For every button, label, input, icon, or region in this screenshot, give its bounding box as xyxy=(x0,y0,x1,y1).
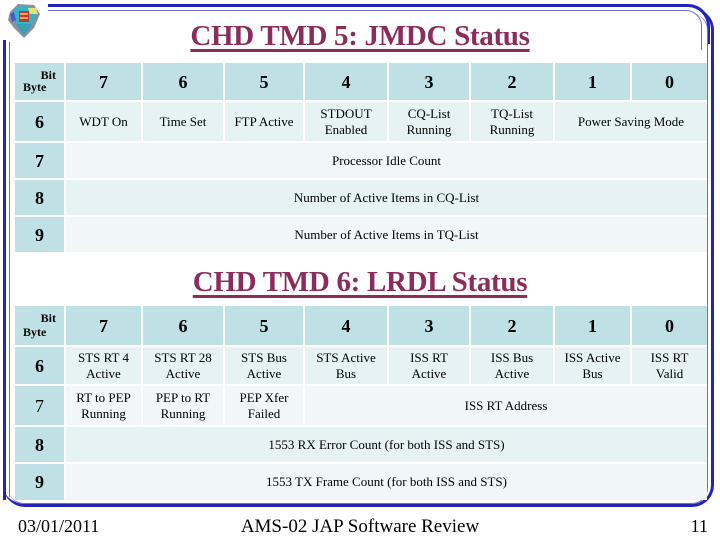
byte-field-cell: Number of Active Items in CQ-List xyxy=(66,180,707,215)
bit-header: 1 xyxy=(555,63,630,100)
bit-cell: Time Set xyxy=(143,102,223,141)
bit-cell: WDT On xyxy=(66,102,141,141)
bit-header: 4 xyxy=(305,63,387,100)
table-row: 9 Number of Active Items in TQ-List xyxy=(15,217,707,252)
byte-number: 6 xyxy=(15,347,64,384)
bit-cell: STS RT 28 Active xyxy=(143,347,223,384)
corner-header: Bit Byte xyxy=(15,63,64,100)
bit-header: 2 xyxy=(471,306,553,345)
bit-cell: TQ-List Running xyxy=(471,102,553,141)
bit-cell: ISS Active Bus xyxy=(555,347,630,384)
table-row: 6 STS RT 4 Active STS RT 28 Active STS B… xyxy=(15,347,707,384)
byte-label: Byte xyxy=(23,325,47,339)
byte-field-cell: 1553 RX Error Count (for both ISS and ST… xyxy=(66,427,707,462)
bit-cell: PEP Xfer Failed xyxy=(225,386,303,425)
bit-header: 2 xyxy=(471,63,553,100)
byte-number: 6 xyxy=(15,102,64,141)
table-row: 8 Number of Active Items in CQ-List xyxy=(15,180,707,215)
jmdc-status-table: Bit Byte 7 6 5 4 3 2 1 0 6 WDT On Time S… xyxy=(13,61,709,254)
bit-cell: ISS RT Active xyxy=(389,347,469,384)
bit-cell: FTP Active xyxy=(225,102,303,141)
bit-header: 6 xyxy=(143,63,223,100)
table-header-row: Bit Byte 7 6 5 4 3 2 1 0 xyxy=(15,306,707,345)
table-row: 7 Processor Idle Count xyxy=(15,143,707,178)
bit-header: 0 xyxy=(632,63,707,100)
byte-field-cell: 1553 TX Frame Count (for both ISS and ST… xyxy=(66,464,707,500)
bit-cell: PEP to RT Running xyxy=(143,386,223,425)
page-number: 11 xyxy=(690,516,708,536)
byte-field-cell: ISS RT Address xyxy=(305,386,707,425)
bit-header: 5 xyxy=(225,63,303,100)
bit-header: 0 xyxy=(632,306,707,345)
bit-header: 5 xyxy=(225,306,303,345)
bit-header: 3 xyxy=(389,63,469,100)
bit-header: 1 xyxy=(555,306,630,345)
bit-cell: ISS RT Valid xyxy=(632,347,707,384)
bit-header: 4 xyxy=(305,306,387,345)
table-row: 6 WDT On Time Set FTP Active STDOUT Enab… xyxy=(15,102,707,141)
table-row: 9 1553 TX Frame Count (for both ISS and … xyxy=(15,464,707,500)
corner-header: Bit Byte xyxy=(15,306,64,345)
bit-header: 3 xyxy=(389,306,469,345)
bit-cell: STS Bus Active xyxy=(225,347,303,384)
bit-header: 7 xyxy=(66,63,141,100)
lrdl-status-table: Bit Byte 7 6 5 4 3 2 1 0 6 STS RT 4 Acti… xyxy=(13,304,709,502)
byte-number: 8 xyxy=(15,427,64,462)
table-header-row: Bit Byte 7 6 5 4 3 2 1 0 xyxy=(15,63,707,100)
bit-header: 7 xyxy=(66,306,141,345)
bit-cell: CQ-List Running xyxy=(389,102,469,141)
bit-cell: Power Saving Mode xyxy=(555,102,707,141)
byte-number: 7 xyxy=(15,386,64,425)
byte-field-cell: Number of Active Items in TQ-List xyxy=(66,217,707,252)
byte-label: Byte xyxy=(23,80,47,94)
byte-field-cell: Processor Idle Count xyxy=(66,143,707,178)
bit-cell: RT to PEP Running xyxy=(66,386,141,425)
bit-cell: STS Active Bus xyxy=(305,347,387,384)
bit-cell: ISS Bus Active xyxy=(471,347,553,384)
table-row: 8 1553 RX Error Count (for both ISS and … xyxy=(15,427,707,462)
bit-cell: STDOUT Enabled xyxy=(305,102,387,141)
bit-cell: STS RT 4 Active xyxy=(66,347,141,384)
byte-number: 8 xyxy=(15,180,64,215)
table1-title: CHD TMD 5: JMDC Status xyxy=(190,20,530,52)
byte-number: 7 xyxy=(15,143,64,178)
bit-header: 6 xyxy=(143,306,223,345)
table-row: 7 RT to PEP Running PEP to RT Running PE… xyxy=(15,386,707,425)
footer-title: AMS-02 JAP Software Review xyxy=(240,516,480,537)
byte-number: 9 xyxy=(15,217,64,252)
byte-number: 9 xyxy=(15,464,64,500)
table2-title: CHD TMD 6: LRDL Status xyxy=(192,266,528,298)
